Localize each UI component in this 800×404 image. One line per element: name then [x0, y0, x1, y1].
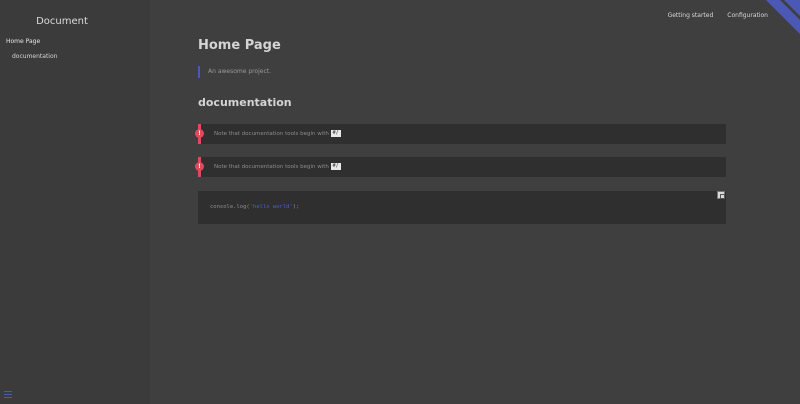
nav-link-configuration[interactable]: Configuration [727, 12, 768, 19]
copy-code-icon[interactable] [717, 191, 725, 199]
inline-code: #/ [330, 130, 341, 137]
code-string: 'hello world' [249, 204, 293, 210]
section-title-documentation: documentation [198, 96, 292, 109]
tip-callout: ! Note that documentation tools begin wi… [195, 157, 726, 177]
top-navigation: Getting started Configuration [668, 12, 768, 19]
exclamation-icon: ! [195, 129, 204, 138]
page-title: Home Page [198, 38, 281, 53]
page: Document Home Page documentation Getting… [0, 0, 800, 404]
sidebar-toggle-icon[interactable] [4, 391, 12, 398]
tip-text: Note that documentation tools begin with [214, 131, 331, 137]
code-prefix: console.log( [210, 204, 250, 210]
code-block: console.log('hello world'); [198, 191, 726, 224]
github-corner-icon[interactable] [766, 0, 800, 34]
sidebar-item-home-page[interactable]: Home Page [6, 38, 40, 45]
tip-text: Note that documentation tools begin with [214, 164, 331, 170]
tip-callout: ! Note that documentation tools begin wi… [195, 124, 726, 144]
exclamation-icon: ! [195, 162, 204, 171]
nav-link-getting-started[interactable]: Getting started [668, 12, 714, 19]
inline-code: #/ [330, 163, 341, 170]
intro-quote: An awesome project. [198, 66, 271, 78]
sidebar-item-documentation[interactable]: documentation [12, 53, 57, 60]
app-title[interactable]: Document [0, 16, 124, 27]
sidebar: Document Home Page documentation [0, 0, 150, 404]
code-suffix: ); [292, 204, 300, 210]
